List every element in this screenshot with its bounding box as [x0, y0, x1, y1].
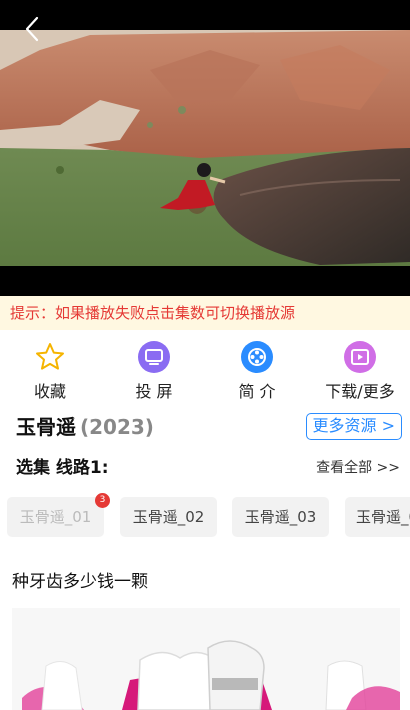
- download-more-button[interactable]: 下载/更多: [310, 336, 410, 402]
- film-reel-icon: [241, 341, 273, 373]
- episode-list: 玉骨遥_01 玉骨遥_02 玉骨遥_03 玉骨遥_04: [0, 497, 410, 539]
- episodes-header: 选集 线路1: 查看全部 >>: [16, 455, 400, 481]
- unread-badge: 3: [95, 493, 110, 508]
- video-player[interactable]: [0, 0, 410, 296]
- intro-label: 简 介: [238, 382, 276, 401]
- star-outline-icon: [36, 343, 64, 370]
- favorite-label: 收藏: [33, 382, 66, 401]
- episodes-heading: 选集 线路1:: [16, 458, 109, 478]
- show-title-row: 玉骨遥 (2023) 更多资源 >: [16, 412, 402, 442]
- cast-button[interactable]: 投 屏: [104, 336, 204, 402]
- episode-item[interactable]: 玉骨遥_02: [120, 497, 217, 537]
- playback-tip: 提示：如果播放失败点击集数可切换播放源: [0, 296, 410, 330]
- chevron-left-icon[interactable]: [18, 14, 48, 44]
- cast-label: 投 屏: [135, 382, 173, 401]
- episode-item[interactable]: 玉骨遥_04: [345, 497, 410, 537]
- download-more-label: 下载/更多: [325, 382, 395, 401]
- ad-title[interactable]: 种牙齿多少钱一颗: [12, 570, 148, 594]
- video-download-icon: [344, 341, 376, 373]
- favorite-button[interactable]: 收藏: [0, 336, 100, 402]
- ad-image[interactable]: [12, 608, 400, 710]
- episode-item[interactable]: 玉骨遥_01: [7, 497, 104, 537]
- cast-screen-icon: [138, 341, 170, 373]
- episode-item[interactable]: 玉骨遥_03: [232, 497, 329, 537]
- action-row: 收藏 投 屏 简 介 下载/更多: [0, 336, 410, 402]
- show-title: 玉骨遥: [16, 415, 76, 439]
- show-year: (2023): [80, 415, 154, 439]
- view-all-link[interactable]: 查看全部 >>: [316, 455, 400, 481]
- more-resources-button[interactable]: 更多资源 >: [305, 413, 402, 440]
- intro-button[interactable]: 简 介: [207, 336, 307, 402]
- video-frame: [0, 30, 410, 266]
